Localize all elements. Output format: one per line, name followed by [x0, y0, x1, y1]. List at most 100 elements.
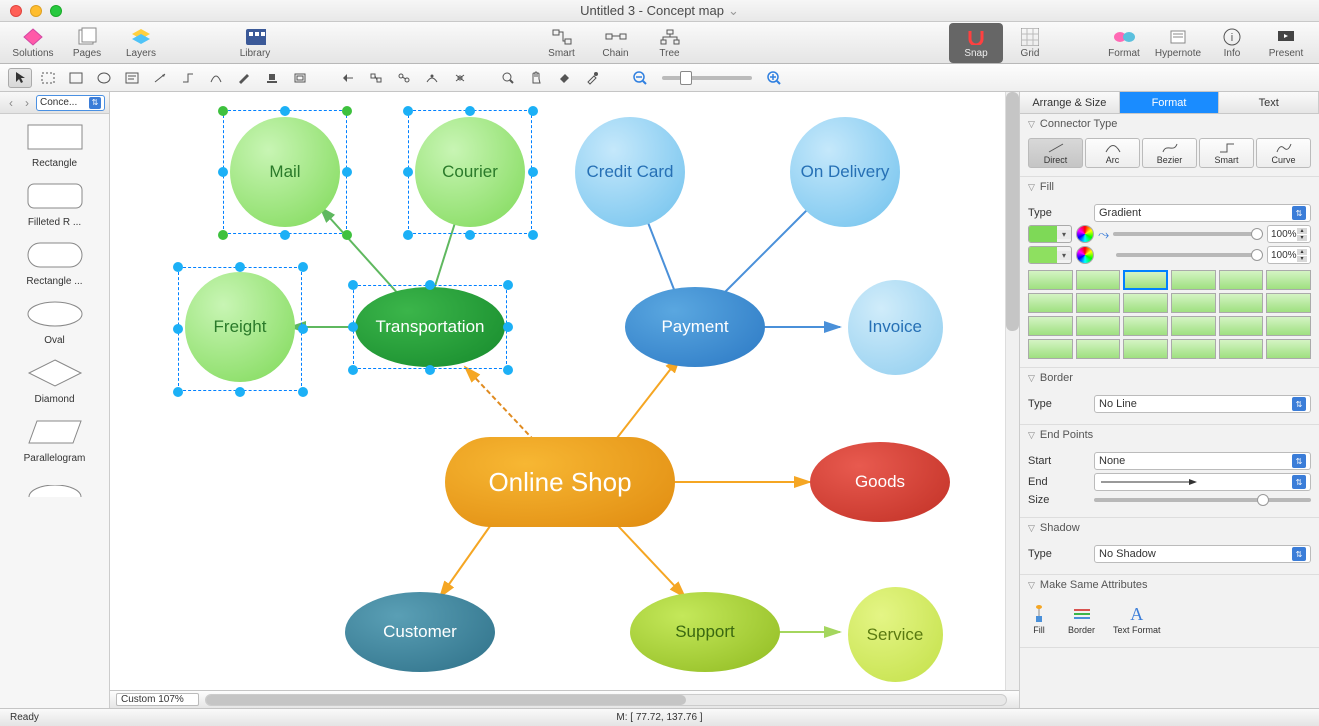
edit-tool-4[interactable]	[420, 68, 444, 88]
fill-color-1[interactable]: ▾	[1028, 225, 1072, 243]
connector-arc[interactable]: Arc	[1085, 138, 1140, 168]
selection-handle[interactable]	[235, 262, 245, 272]
minimize-window-button[interactable]	[30, 5, 42, 17]
node-customer[interactable]: Customer	[345, 592, 495, 672]
gradient-swatch[interactable]	[1028, 339, 1073, 359]
selection-handle[interactable]	[280, 230, 290, 240]
section-border[interactable]: ▽Border	[1020, 368, 1319, 388]
resize-handle[interactable]	[342, 230, 352, 240]
selection-handle[interactable]	[173, 262, 183, 272]
node-ondelivery[interactable]: On Delivery	[780, 112, 910, 232]
zoom-select[interactable]: Custom 107%	[116, 693, 199, 706]
selection-handle[interactable]	[465, 230, 475, 240]
swap-colors-icon[interactable]: ⤳	[1098, 226, 1109, 243]
resize-handle[interactable]	[342, 106, 352, 116]
title-chevron-icon[interactable]: ⌄	[728, 3, 739, 18]
sidebar-forward-button[interactable]: ›	[20, 96, 34, 110]
gradient-swatch[interactable]	[1123, 293, 1168, 313]
endpoint-end-select[interactable]: ⇅	[1094, 473, 1311, 491]
bucket-tool[interactable]	[552, 68, 576, 88]
zoom-window-button[interactable]	[50, 5, 62, 17]
resize-handle[interactable]	[218, 230, 228, 240]
node-service[interactable]: Service	[845, 587, 945, 682]
section-endpoints[interactable]: ▽End Points	[1020, 425, 1319, 445]
connector-curve[interactable]: Curve	[1256, 138, 1311, 168]
section-connector-type[interactable]: ▽Connector Type	[1020, 114, 1319, 134]
fill-pct-2[interactable]: 100%▴▾	[1267, 246, 1311, 264]
node-goods[interactable]: Goods	[810, 442, 950, 522]
dropper-tool[interactable]	[580, 68, 604, 88]
selection-handle[interactable]	[403, 230, 413, 240]
edit-tool-5[interactable]	[448, 68, 472, 88]
gradient-swatch[interactable]	[1266, 293, 1311, 313]
section-same-attrs[interactable]: ▽Make Same Attributes	[1020, 575, 1319, 595]
fill-color-2[interactable]: ▾	[1028, 246, 1072, 264]
connector-tool[interactable]	[176, 68, 200, 88]
gradient-swatch[interactable]	[1219, 293, 1264, 313]
shadow-type-select[interactable]: No Shadow⇅	[1094, 545, 1311, 563]
selection-handle[interactable]	[348, 322, 358, 332]
gradient-swatch[interactable]	[1123, 316, 1168, 336]
sidebar-back-button[interactable]: ‹	[4, 96, 18, 110]
selection-handle[interactable]	[528, 230, 538, 240]
crop-tool[interactable]	[288, 68, 312, 88]
zoom-out-tool[interactable]	[628, 68, 652, 88]
selection-handle[interactable]	[503, 280, 513, 290]
selection-handle[interactable]	[425, 280, 435, 290]
gradient-swatch[interactable]	[1076, 293, 1121, 313]
node-onlineshop[interactable]: Online Shop	[445, 437, 675, 527]
canvas[interactable]: Mail Courier Freight Transportation Cred…	[110, 92, 1019, 690]
pen-tool[interactable]	[232, 68, 256, 88]
shape-oval[interactable]: Oval	[0, 291, 109, 350]
shape-filleted-rect[interactable]: Filleted R ...	[0, 173, 109, 232]
edit-tool-2[interactable]	[364, 68, 388, 88]
smart-button[interactable]: Smart	[535, 23, 589, 63]
hypernote-button[interactable]: Hypernote	[1151, 23, 1205, 63]
shape-parallelogram[interactable]: Parallelogram	[0, 409, 109, 468]
connector-smart[interactable]: Smart	[1199, 138, 1254, 168]
node-payment[interactable]: Payment	[625, 287, 765, 367]
fill-pct-1[interactable]: 100%▴▾	[1267, 225, 1311, 243]
selection-handle[interactable]	[298, 387, 308, 397]
gradient-swatch[interactable]	[1219, 270, 1264, 290]
fill-slider-2[interactable]	[1116, 253, 1263, 257]
gradient-swatch[interactable]	[1171, 339, 1216, 359]
layers-button[interactable]: Layers	[114, 23, 168, 63]
same-text-button[interactable]: AText Format	[1113, 603, 1161, 635]
selection-handle[interactable]	[298, 262, 308, 272]
selection-handle[interactable]	[348, 280, 358, 290]
solutions-button[interactable]: Solutions	[6, 23, 60, 63]
select-tool[interactable]	[8, 68, 32, 88]
tab-text[interactable]: Text	[1219, 92, 1319, 113]
ellipse-tool[interactable]	[92, 68, 116, 88]
gradient-swatch[interactable]	[1171, 293, 1216, 313]
shape-diamond[interactable]: Diamond	[0, 350, 109, 409]
connector-bezier[interactable]: Bezier	[1142, 138, 1197, 168]
hand-tool[interactable]	[524, 68, 548, 88]
gradient-swatch[interactable]	[1028, 293, 1073, 313]
gradient-swatch[interactable]	[1219, 339, 1264, 359]
selection-handle[interactable]	[465, 106, 475, 116]
shape-rounded-rect[interactable]: Rectangle ...	[0, 232, 109, 291]
gradient-swatch[interactable]	[1028, 270, 1073, 290]
shape-rectangle[interactable]: Rectangle	[0, 114, 109, 173]
fill-type-select[interactable]: Gradient⇅	[1094, 204, 1311, 222]
color-wheel-1[interactable]	[1076, 225, 1094, 243]
horizontal-scrollbar[interactable]	[205, 694, 1007, 706]
selection-handle[interactable]	[503, 322, 513, 332]
node-creditcard[interactable]: Credit Card	[570, 112, 690, 232]
vertical-scrollbar[interactable]	[1005, 92, 1019, 690]
selection-handle[interactable]	[425, 365, 435, 375]
stamp-tool[interactable]	[260, 68, 284, 88]
gradient-swatch[interactable]	[1219, 316, 1264, 336]
selection-handle[interactable]	[298, 324, 308, 334]
chain-button[interactable]: Chain	[589, 23, 643, 63]
info-button[interactable]: iInfo	[1205, 23, 1259, 63]
grid-button[interactable]: Grid	[1003, 23, 1057, 63]
fill-slider-1[interactable]	[1113, 232, 1263, 236]
endpoint-start-select[interactable]: None⇅	[1094, 452, 1311, 470]
gradient-swatch[interactable]	[1028, 316, 1073, 336]
gradient-swatch[interactable]	[1266, 339, 1311, 359]
gradient-swatch[interactable]	[1076, 339, 1121, 359]
selection-handle[interactable]	[235, 387, 245, 397]
